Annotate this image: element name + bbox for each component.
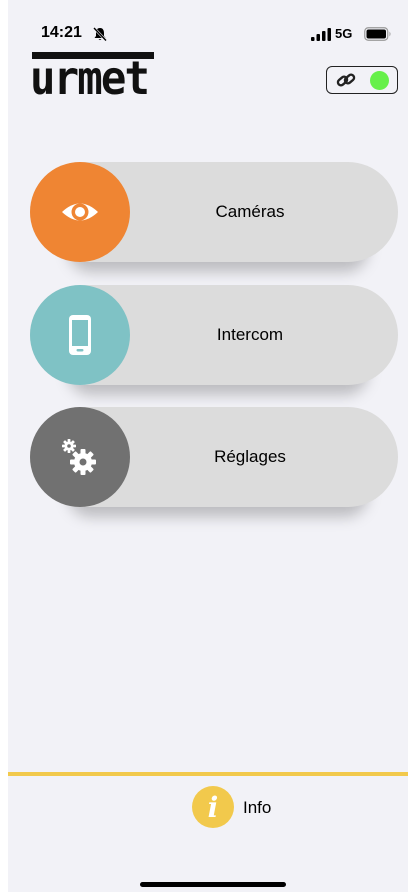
- gears-icon: [62, 439, 96, 475]
- intercom-button[interactable]: Intercom: [30, 285, 398, 395]
- logo-text: urmet: [30, 51, 150, 105]
- bell-slash-icon: [93, 27, 107, 42]
- cameras-button[interactable]: Caméras: [30, 162, 398, 272]
- info-label: Info: [243, 798, 272, 817]
- status-time: 14:21: [41, 24, 82, 41]
- app-screen: 14:21 5G urmet Caméras Intercom Réglages…: [8, 0, 408, 892]
- info-button[interactable]: i Info: [192, 786, 292, 830]
- cameras-label: Caméras: [215, 202, 285, 221]
- connection-status-dot: [370, 71, 389, 90]
- cameras-icon-circle: [30, 162, 130, 262]
- battery-icon: [364, 27, 391, 41]
- intercom-label: Intercom: [216, 325, 284, 344]
- connection-status-button[interactable]: [326, 66, 398, 94]
- home-indicator[interactable]: [140, 882, 286, 887]
- settings-button[interactable]: Réglages: [30, 407, 398, 517]
- footer-divider: [8, 772, 408, 776]
- network-type-label: 5G: [335, 26, 353, 41]
- smartphone-icon: [69, 315, 91, 355]
- eye-icon: [62, 203, 98, 221]
- settings-label: Réglages: [214, 447, 286, 466]
- info-icon: i: [192, 786, 234, 828]
- urmet-logo: urmet: [30, 52, 160, 108]
- intercom-icon-circle: [30, 285, 130, 385]
- settings-icon-circle: [30, 407, 130, 507]
- link-icon: [336, 73, 356, 87]
- signal-bars-icon: [311, 28, 331, 41]
